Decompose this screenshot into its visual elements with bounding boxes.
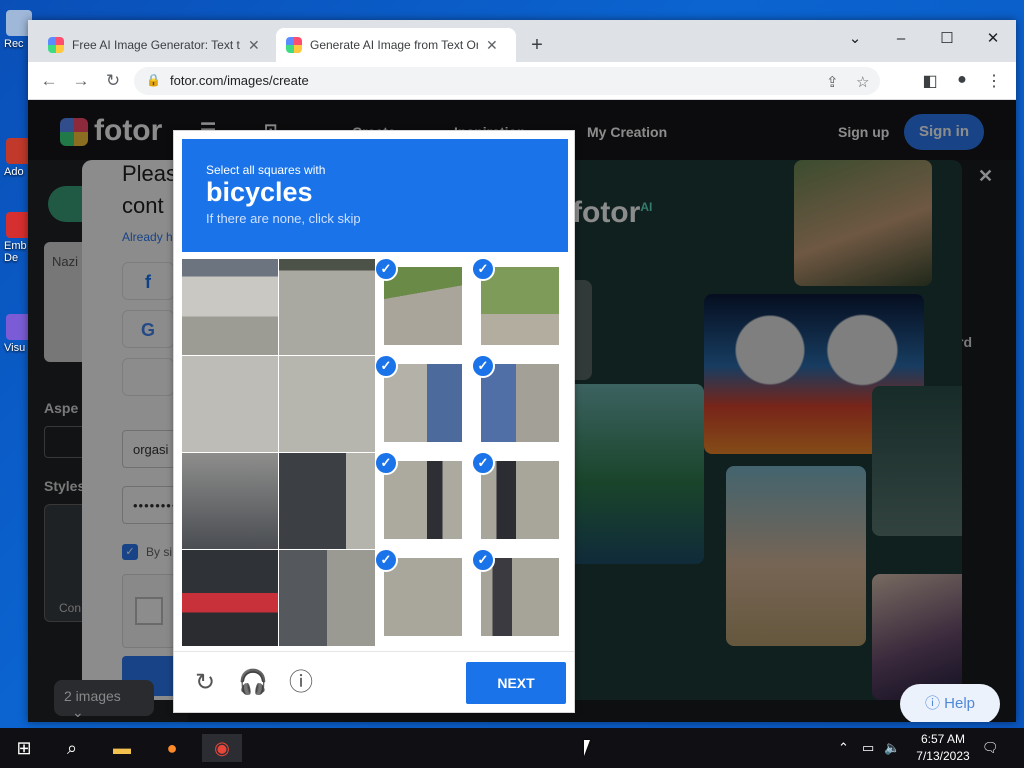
captcha-tile[interactable]: ✓ [473, 453, 569, 549]
minimize-button[interactable]: – [888, 26, 914, 52]
tab-strip: Free AI Image Generator: Text to ✕ Gener… [28, 20, 1016, 62]
desktop-icon-label: Visu [4, 342, 26, 354]
volume-muted-icon[interactable]: 🔈 [884, 740, 900, 756]
share-icon[interactable]: ⇪ [826, 73, 839, 91]
help-label: Help [944, 695, 976, 712]
taskbar-clock[interactable]: 6:57 AM 7/13/2023 [908, 731, 978, 765]
desktop-icon-label: Rec [4, 38, 24, 50]
tile-image [384, 558, 462, 636]
chrome-icon[interactable]: ◉ [202, 734, 242, 762]
chevron-down-icon: ⌄ [72, 704, 84, 720]
help-button[interactable]: ⓘ Help [900, 684, 1000, 722]
captcha-target-object: bicycles [206, 177, 313, 207]
search-icon[interactable]: ⌕ [58, 734, 86, 762]
notifications-icon[interactable]: 🗨 [982, 740, 999, 756]
clock-time: 6:57 AM [920, 732, 966, 746]
captcha-tile[interactable]: ✓ [473, 356, 569, 452]
fotor-favicon-icon [48, 37, 64, 53]
file-explorer-icon[interactable]: ▬ [108, 734, 136, 762]
images-select-label: 2 images [64, 688, 121, 704]
tile-image [481, 461, 559, 539]
clock-date: 7/13/2023 [916, 749, 970, 763]
tile-image [481, 267, 559, 345]
windows-taskbar: ⊞ ⌕ ▬ ● ◉ ⌃ ▭ 🔈 6:57 AM 7/13/2023 🗨 [0, 728, 1024, 768]
side-panel-icon[interactable]: ◧ [920, 71, 940, 91]
captcha-tile[interactable] [182, 453, 278, 549]
refresh-icon[interactable]: ↻ [190, 668, 220, 698]
profile-avatar-icon[interactable]: ● [952, 71, 972, 89]
reload-icon[interactable]: ↻ [102, 71, 124, 91]
captcha-tile[interactable]: ✓ [376, 356, 472, 452]
captcha-tile[interactable] [279, 259, 375, 355]
captcha-footer: ↻ 🎧 ⓘ NEXT [174, 651, 574, 713]
captcha-tile[interactable]: ✓ [473, 550, 569, 646]
close-window-button[interactable]: ✕ [980, 26, 1006, 52]
browser-toolbar: ← → ↻ 🔒 fotor.com/images/create ⇪ ☆ ◧ ● … [28, 62, 1016, 100]
captcha-tile[interactable]: ✓ [376, 550, 472, 646]
next-button[interactable]: NEXT [466, 662, 566, 704]
captcha-challenge: Select all squares with bicycles If ther… [173, 130, 575, 713]
windows-start-icon[interactable]: ⊞ [10, 734, 38, 762]
tray-chevron-up-icon[interactable]: ⌃ [838, 740, 849, 756]
tile-image [279, 356, 375, 452]
captcha-tile[interactable]: ✓ [473, 259, 569, 355]
tile-image [384, 267, 462, 345]
close-tab-icon[interactable]: ✕ [248, 37, 260, 54]
forward-arrow-icon[interactable]: → [70, 71, 92, 91]
desktop-icon-label: Emb De [4, 240, 27, 264]
desktop-icon-label: Ado [4, 166, 24, 178]
tile-image [384, 364, 462, 442]
address-bar[interactable]: 🔒 fotor.com/images/create ⇪ ☆ [134, 67, 880, 95]
tile-image [182, 356, 278, 452]
captcha-tile[interactable]: ✓ [376, 453, 472, 549]
captcha-tile[interactable]: ✓ [376, 259, 472, 355]
captcha-grid: ✓ ✓ ✓ ✓ ✓ ✓ ✓ ✓ [182, 259, 569, 646]
network-icon[interactable]: ▭ [862, 740, 874, 756]
new-tab-button[interactable]: + [526, 34, 548, 56]
captcha-tile[interactable] [279, 453, 375, 549]
tile-image [481, 364, 559, 442]
tile-image [384, 461, 462, 539]
close-tab-icon[interactable]: ✕ [486, 37, 498, 54]
tile-image [182, 550, 278, 646]
url-text: fotor.com/images/create [170, 73, 309, 88]
captcha-hint: If there are none, click skip [206, 211, 361, 226]
bookmark-star-icon[interactable]: ☆ [856, 73, 869, 91]
fotor-favicon-icon [286, 37, 302, 53]
tile-image [279, 550, 375, 646]
tile-image [279, 453, 375, 549]
audio-headphones-icon[interactable]: 🎧 [238, 668, 268, 698]
tab-generate-ai-image[interactable]: Generate AI Image from Text Onl ✕ [276, 28, 516, 62]
help-circle-icon: ⓘ [924, 695, 940, 712]
captcha-prompt: Select all squares with [206, 163, 326, 177]
tab-search-chevron-icon[interactable]: ⌄ [842, 26, 868, 52]
info-icon[interactable]: ⓘ [286, 668, 316, 698]
tab-label: Free AI Image Generator: Text to [72, 38, 240, 52]
firefox-icon[interactable]: ● [158, 734, 186, 762]
captcha-tile[interactable] [182, 356, 278, 452]
tab-free-ai-image-generator[interactable]: Free AI Image Generator: Text to ✕ [38, 28, 274, 62]
maximize-button[interactable]: ☐ [934, 26, 960, 52]
tab-label: Generate AI Image from Text Onl [310, 38, 478, 52]
tile-image [182, 453, 278, 549]
captcha-tile[interactable] [279, 356, 375, 452]
captcha-tile[interactable] [279, 550, 375, 646]
captcha-tile[interactable] [182, 259, 278, 355]
lock-icon[interactable]: 🔒 [146, 73, 161, 87]
tile-image [182, 259, 278, 355]
captcha-header: Select all squares with bicycles If ther… [182, 139, 568, 252]
captcha-tile[interactable] [182, 550, 278, 646]
tile-image [279, 259, 375, 355]
browser-menu-icon[interactable]: ⋮ [984, 71, 1004, 91]
back-arrow-icon[interactable]: ← [38, 71, 60, 91]
tile-image [481, 558, 559, 636]
images-select[interactable]: 2 images ⌄ [54, 680, 154, 720]
mouse-cursor [584, 740, 590, 756]
